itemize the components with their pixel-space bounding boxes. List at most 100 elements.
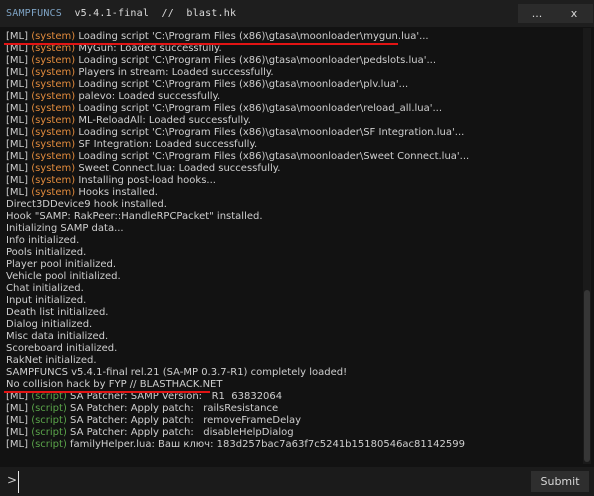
log-line: Chat initialized. [6, 283, 84, 295]
log-line: [ML] (system) Installing post-load hooks… [6, 175, 216, 187]
log-prefix: [ML] [6, 115, 32, 126]
log-text: SF Integration: Loaded successfully. [75, 139, 258, 150]
red-underline-mark [4, 391, 210, 393]
log-line: Hook "SAMP: RakPeer::HandleRPCPacket" in… [6, 211, 263, 223]
console-log[interactable]: [ML] (system) Loading script 'C:\Program… [0, 28, 594, 464]
log-text: Loading script 'C:\Program Files (x86)\g… [75, 103, 443, 114]
log-tag: (script) [31, 403, 67, 414]
prompt-chevron-icon: > [7, 473, 18, 487]
log-line: Info initialized. [6, 235, 79, 247]
log-line: [ML] (system) Loading script 'C:\Program… [6, 31, 429, 43]
log-line: No collision hack by FYP // BLASTHACK.NE… [6, 379, 222, 391]
log-line: [ML] (system) palevo: Loaded successfull… [6, 91, 220, 103]
log-text: Info initialized. [6, 235, 80, 246]
log-prefix: [ML] [6, 55, 32, 66]
log-line: [ML] (system) Sweet Connect.lua: Loaded … [6, 163, 280, 175]
log-tag: (system) [31, 55, 76, 66]
log-line: [ML] (script) SA Patcher: Apply patch: r… [6, 403, 278, 415]
scrollbar-thumb[interactable] [584, 290, 590, 462]
log-text: Loading script 'C:\Program Files (x86)\g… [75, 55, 437, 66]
log-text: SAMPFUNCS v5.4.1-final rel.21 (SA-MP 0.3… [6, 367, 348, 378]
log-text: SA Patcher: Apply patch: disableHelpDial… [66, 427, 294, 438]
log-line: SAMPFUNCS v5.4.1-final rel.21 (SA-MP 0.3… [6, 367, 347, 379]
log-line: Input initialized. [6, 295, 86, 307]
log-tag: (system) [31, 175, 76, 186]
log-prefix: [ML] [6, 163, 32, 174]
log-line: [ML] (system) ML-ReloadAll: Loaded succe… [6, 115, 251, 127]
log-text: Sweet Connect.lua: Loaded successfully. [75, 163, 281, 174]
log-prefix: [ML] [6, 31, 32, 42]
log-tag: (script) [31, 415, 67, 426]
log-line: RakNet initialized. [6, 355, 97, 367]
minimize-button[interactable]: ... [518, 4, 556, 23]
log-text: RakNet initialized. [6, 355, 97, 366]
log-tag: (script) [31, 439, 67, 450]
log-tag: (system) [31, 151, 76, 162]
log-tag: (system) [31, 139, 76, 150]
command-input[interactable] [18, 471, 523, 493]
log-text: Initializing SAMP data... [6, 223, 124, 234]
log-line: [ML] (system) SF Integration: Loaded suc… [6, 139, 257, 151]
log-text: Dialog initialized. [6, 319, 93, 330]
log-text: familyHelper.lua: Ваш ключ: 183d257bac7a… [66, 439, 465, 450]
log-prefix: [ML] [6, 415, 32, 426]
console-scrollbar[interactable] [583, 28, 591, 464]
log-text: Chat initialized. [6, 283, 84, 294]
log-tag: (system) [31, 91, 76, 102]
log-text: Direct3DDevice9 hook installed. [6, 199, 167, 210]
log-prefix: [ML] [6, 151, 32, 162]
log-text: Player pool initialized. [6, 259, 117, 270]
log-tag: (system) [31, 127, 76, 138]
log-line: Scoreboard initialized. [6, 343, 117, 355]
log-line: Dialog initialized. [6, 319, 92, 331]
window-title: SAMPFUNCS v5.4.1-final // blast.hk [6, 8, 236, 19]
submit-button[interactable]: Submit [531, 471, 589, 492]
log-tag: (system) [31, 187, 76, 198]
close-button[interactable]: x [555, 4, 593, 23]
log-prefix: [ML] [6, 127, 32, 138]
title-bar: SAMPFUNCS v5.4.1-final // blast.hk ... x [0, 0, 594, 27]
log-text: Input initialized. [6, 295, 87, 306]
log-text: Loading script 'C:\Program Files (x86)\g… [75, 151, 470, 162]
log-line: [ML] (script) familyHelper.lua: Ваш ключ… [6, 439, 465, 451]
log-text: Vehicle pool initialized. [6, 271, 121, 282]
log-line: Death list initialized. [6, 307, 109, 319]
log-line: Direct3DDevice9 hook installed. [6, 199, 167, 211]
log-text: SA Patcher: Apply patch: removeFrameDela… [66, 415, 302, 426]
log-text: palevo: Loaded successfully. [75, 91, 221, 102]
log-line: [ML] (system) Loading script 'C:\Program… [6, 151, 469, 163]
log-text: Loading script 'C:\Program Files (x86)\g… [75, 79, 409, 90]
log-prefix: [ML] [6, 139, 32, 150]
log-tag: (system) [31, 31, 76, 42]
log-tag: (script) [31, 427, 67, 438]
log-tag: (system) [31, 67, 76, 78]
log-prefix: [ML] [6, 67, 32, 78]
log-text: Players in stream: Loaded successfully. [75, 67, 274, 78]
log-text: Hook "SAMP: RakPeer::HandleRPCPacket" in… [6, 211, 263, 222]
log-text: Installing post-load hooks... [75, 175, 216, 186]
log-tag: (system) [31, 79, 76, 90]
red-underline-mark [4, 43, 398, 45]
log-line: Initializing SAMP data... [6, 223, 124, 235]
log-text: Loading script 'C:\Program Files (x86)\g… [75, 31, 429, 42]
log-prefix: [ML] [6, 439, 32, 450]
log-line: [ML] (system) Players in stream: Loaded … [6, 67, 274, 79]
log-tag: (system) [31, 115, 76, 126]
log-line: Pools initialized. [6, 247, 86, 259]
log-text: No collision hack by FYP // BLASTHACK.NE… [6, 379, 223, 390]
log-text: ML-ReloadAll: Loaded successfully. [75, 115, 251, 126]
log-line: Misc data initialized. [6, 331, 108, 343]
log-line: [ML] (system) Hooks installed. [6, 187, 158, 199]
log-tag: (system) [31, 103, 76, 114]
command-bar: > Submit [0, 467, 594, 496]
log-text: Misc data initialized. [6, 331, 109, 342]
title-brand: SAMPFUNCS [6, 8, 62, 19]
log-line: [ML] (system) Loading script 'C:\Program… [6, 103, 442, 115]
log-line: [ML] (script) SA Patcher: Apply patch: d… [6, 427, 294, 439]
log-prefix: [ML] [6, 427, 32, 438]
log-prefix: [ML] [6, 175, 32, 186]
log-text: Scoreboard initialized. [6, 343, 118, 354]
log-prefix: [ML] [6, 403, 32, 414]
log-tag: (system) [31, 163, 76, 174]
log-line: [ML] (system) Loading script 'C:\Program… [6, 55, 436, 67]
